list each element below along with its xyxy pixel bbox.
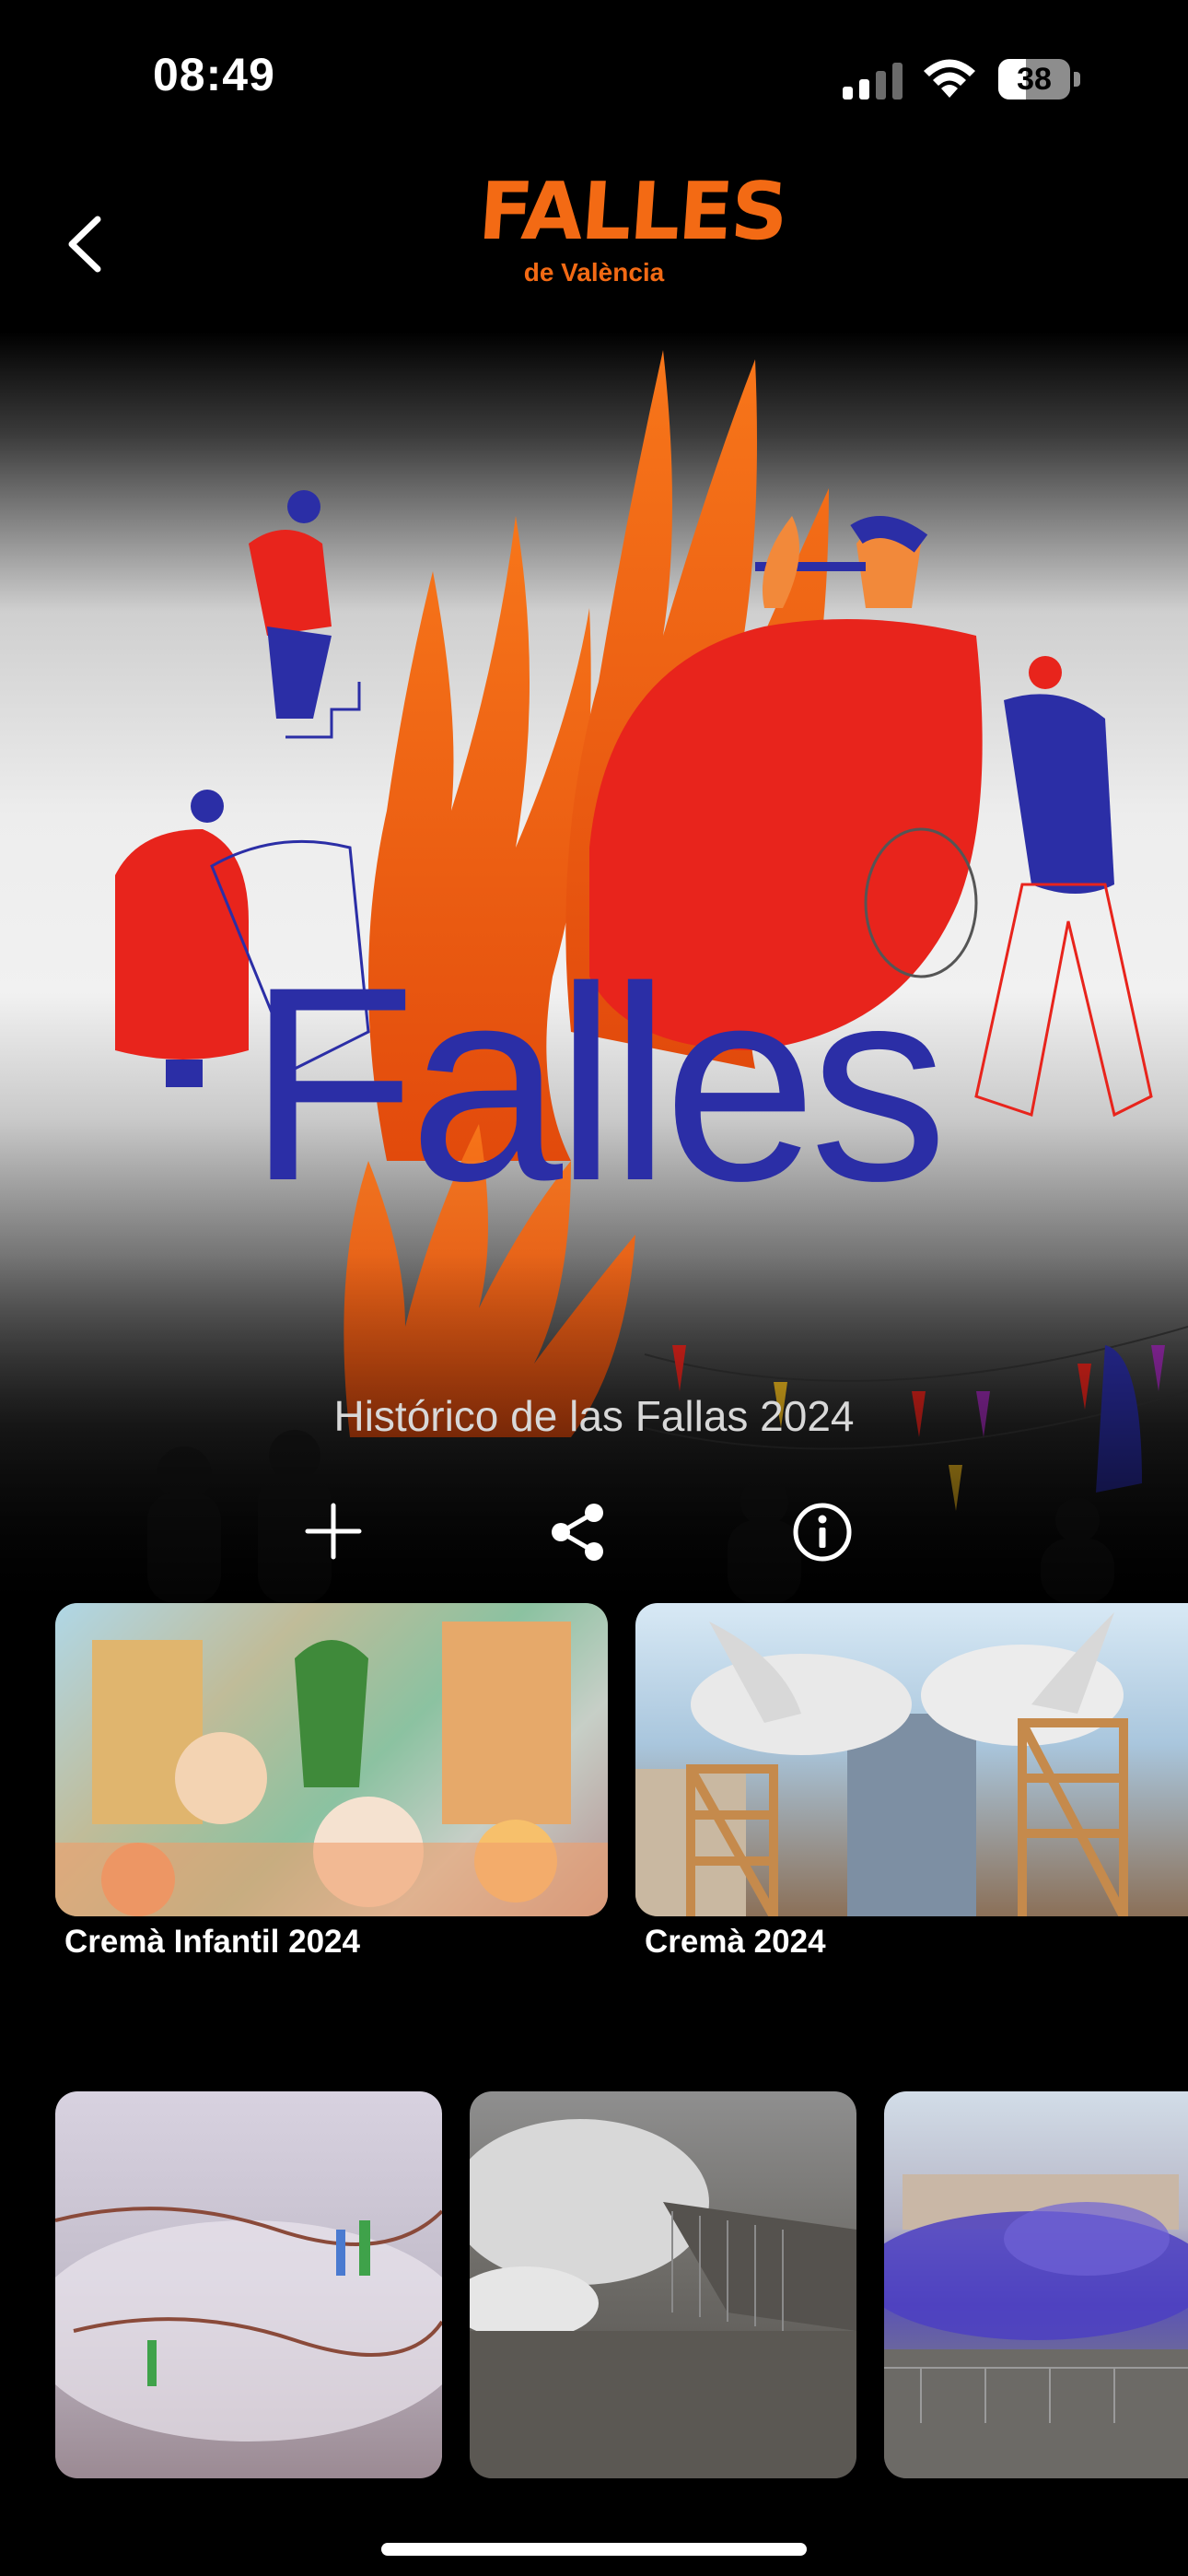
back-button[interactable] [48,203,122,286]
video-thumbnail [470,2091,856,2478]
video-card[interactable] [884,2091,1188,2478]
wifi-icon [924,59,975,98]
hero-banner: Falles Histórico de las Fallas 2024 [0,332,1188,1603]
battery-level: 38 [1017,62,1052,97]
card-label: Cremà 2024 [645,1924,826,1960]
status-time: 08:49 [153,49,275,100]
hero-artwork-text: Falles [248,929,940,1238]
share-button[interactable] [548,1502,640,1594]
battery-icon: 38 [998,59,1081,100]
video-card[interactable] [55,2091,442,2478]
nav-header: FALLES de València [0,157,1188,341]
info-icon [793,1503,852,1562]
chevron-left-icon [68,216,101,273]
video-card[interactable] [470,2091,856,2478]
home-indicator[interactable] [381,2543,807,2556]
card-label: Cremà Infantil 2024 [64,1924,360,1960]
cellular-signal-icon [843,63,903,100]
crema-infantil-thumbnail [55,1603,608,1916]
video-row [0,2091,1188,2478]
card-crema-infantil[interactable]: Cremà Infantil 2024 [55,1603,608,1972]
plus-icon [305,1503,362,1560]
featured-row: Cremà Infantil 2024 Cremà 2024 [0,1603,1188,1990]
crema-thumbnail [635,1603,1188,1916]
info-button[interactable] [792,1502,884,1594]
hero-actions [0,1502,1188,1594]
hero-title: Histórico de las Fallas 2024 [333,1392,855,1440]
falles-logo: FALLES de València [476,166,790,322]
logo-word: FALLES [475,166,790,258]
video-thumbnail [884,2091,1188,2478]
video-thumbnail [55,2091,442,2478]
logo-subtitle: de València [523,258,665,287]
card-crema[interactable]: Cremà 2024 [635,1603,1188,1972]
status-bar: 08:49 38 [0,0,1188,157]
share-icon [552,1504,603,1561]
add-button[interactable] [304,1502,396,1594]
